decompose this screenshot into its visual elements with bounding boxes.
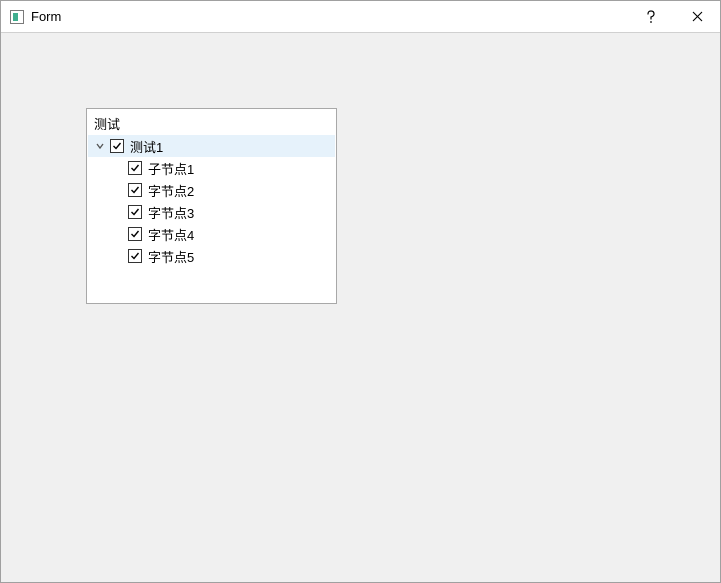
tree-item-child[interactable]: 字节点3: [88, 201, 335, 223]
checkbox[interactable]: [128, 249, 142, 263]
titlebar: Form: [1, 1, 720, 33]
tree-item-root[interactable]: 测试1: [88, 135, 335, 157]
chevron-down-icon[interactable]: [92, 138, 108, 154]
tree-item-child[interactable]: 子节点1: [88, 157, 335, 179]
window-frame: Form 测试: [0, 0, 721, 583]
tree-item-label: 字节点2: [148, 181, 194, 200]
titlebar-buttons: [628, 1, 720, 32]
tree-item-label: 字节点5: [148, 247, 194, 266]
tree-item-label: 子节点1: [148, 159, 194, 178]
checkbox[interactable]: [128, 205, 142, 219]
tree-widget[interactable]: 测试 测试1: [86, 108, 337, 304]
tree-item-label: 字节点4: [148, 225, 194, 244]
tree-item-label: 测试1: [130, 137, 163, 156]
tree-item-label: 字节点3: [148, 203, 194, 222]
checkbox[interactable]: [128, 227, 142, 241]
help-button[interactable]: [628, 1, 674, 32]
window-title: Form: [31, 9, 628, 24]
close-button[interactable]: [674, 1, 720, 32]
client-area: 测试 测试1: [1, 33, 720, 582]
checkbox[interactable]: [128, 183, 142, 197]
app-icon: [9, 9, 25, 25]
checkbox[interactable]: [110, 139, 124, 153]
tree-item-child[interactable]: 字节点2: [88, 179, 335, 201]
tree-item-child[interactable]: 字节点5: [88, 245, 335, 267]
tree-body: 测试1 子节点1: [88, 135, 335, 267]
tree-header: 测试: [88, 110, 335, 135]
tree-item-child[interactable]: 字节点4: [88, 223, 335, 245]
checkbox[interactable]: [128, 161, 142, 175]
